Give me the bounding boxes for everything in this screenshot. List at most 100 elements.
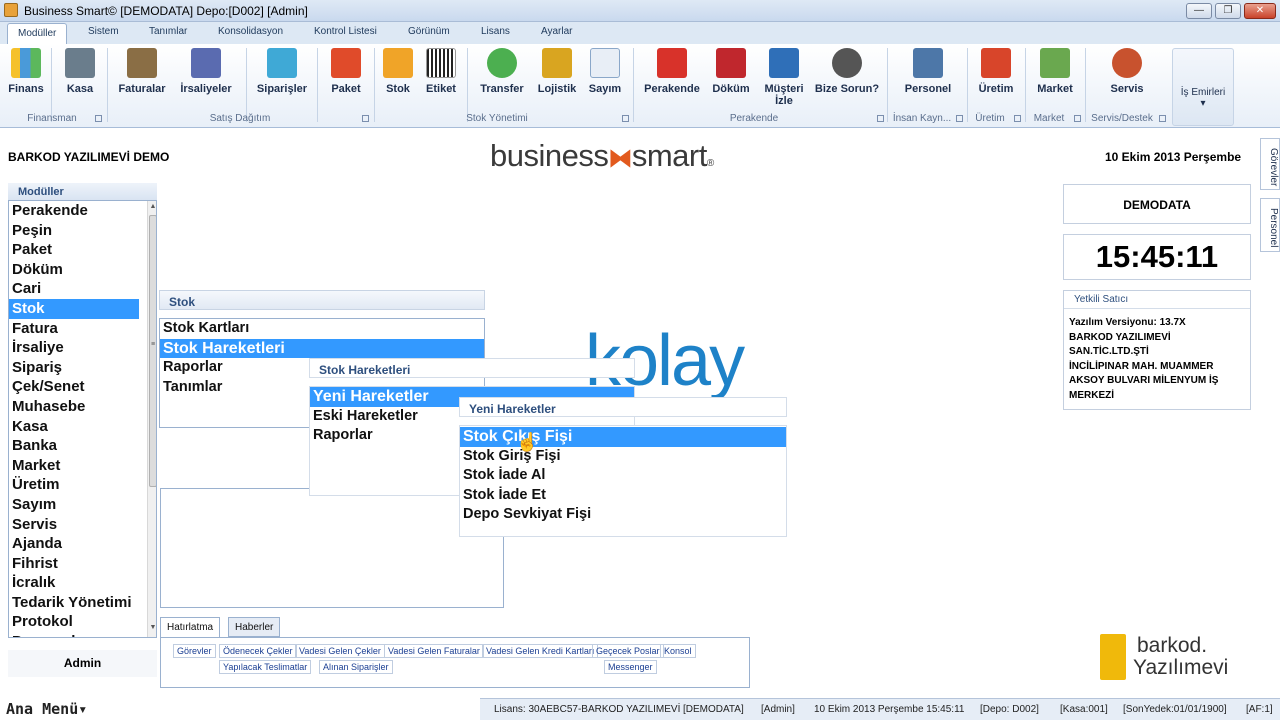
module-item-ajanda[interactable]: Ajanda: [9, 534, 156, 554]
status-af: [AF:1]: [1246, 704, 1273, 715]
module-item-irsaliye[interactable]: İrsaliye: [9, 338, 156, 358]
module-item-sayim[interactable]: Sayım: [9, 495, 156, 515]
stok-button[interactable]: Stok: [381, 48, 415, 95]
link-vadesi-gelen-faturalar[interactable]: Vadesi Gelen Faturalar: [384, 644, 484, 658]
finans-button[interactable]: Finans: [6, 48, 46, 95]
scroll-up-icon[interactable]: ▲: [148, 203, 156, 215]
module-item-stok[interactable]: Stok: [9, 298, 139, 319]
side-tab-gorevler[interactable]: Görevler: [1260, 138, 1280, 190]
personel-button[interactable]: Personel: [900, 48, 956, 95]
dokum-button[interactable]: Döküm: [711, 48, 751, 95]
menu-item-stok-cikis-fisi[interactable]: Stok Çıkış Fişi: [460, 427, 786, 447]
lojistik-button[interactable]: Lojistik: [535, 48, 579, 95]
modules-scrollbar[interactable]: ▲ ≡ ▼: [147, 201, 156, 637]
tab-sistem[interactable]: Sistem: [88, 26, 119, 37]
close-button[interactable]: ✕: [1244, 3, 1276, 19]
link-gorevler[interactable]: Görevler: [173, 644, 216, 658]
uretim-button[interactable]: Üretim: [974, 48, 1018, 95]
tab-haberler[interactable]: Haberler: [228, 617, 281, 637]
tab-gorunum[interactable]: Görünüm: [408, 26, 450, 37]
module-item-perakende[interactable]: Perakende: [9, 201, 156, 221]
menu-item-stok-kartlari[interactable]: Stok Kartları: [160, 319, 484, 339]
link-vadesi-gelen-cekler[interactable]: Vadesi Gelen Çekler: [295, 644, 385, 658]
group-insan-kaynaklari: İnsan Kayn...: [892, 113, 952, 124]
siparisler-button[interactable]: Siparişler: [254, 48, 310, 95]
module-item-siparis[interactable]: Sipariş: [9, 358, 156, 378]
module-item-muhasebe[interactable]: Muhasebe: [9, 397, 156, 417]
module-item-paket[interactable]: Paket: [9, 240, 156, 260]
ribbon-separator: [374, 48, 375, 122]
sayim-button[interactable]: Sayım: [587, 48, 623, 95]
link-gececek-poslar[interactable]: Geçecek Poslar: [592, 644, 664, 658]
perakende-button[interactable]: Perakende: [641, 48, 703, 95]
status-depo: [Depo: D002]: [980, 704, 1039, 715]
tab-hatirlatma[interactable]: Hatırlatma: [160, 617, 221, 638]
kasa-button[interactable]: Kasa: [60, 48, 100, 95]
link-vadesi-gelen-kredi-kartlari[interactable]: Vadesi Gelen Kredi Kartları: [482, 644, 599, 658]
menu-item-stok-iade-al[interactable]: Stok İade Al: [460, 466, 786, 486]
market-button[interactable]: Market: [1033, 48, 1077, 95]
paket-button[interactable]: Paket: [326, 48, 366, 95]
module-item-dokum[interactable]: Döküm: [9, 260, 156, 280]
module-item-protokol[interactable]: Protokol: [9, 612, 156, 632]
business-smart-logo: business⧓smart®: [490, 138, 714, 173]
servis-launcher-icon[interactable]: [1159, 115, 1166, 122]
admin-button[interactable]: Admin: [8, 650, 157, 677]
is-emirleri-button[interactable]: İş Emirleri ▾: [1172, 48, 1234, 126]
tab-lisans[interactable]: Lisans: [481, 26, 510, 37]
link-messenger[interactable]: Messenger: [604, 660, 657, 674]
module-item-fihrist[interactable]: Fihrist: [9, 554, 156, 574]
etiket-button[interactable]: Etiket: [423, 48, 459, 95]
tab-tanimlar[interactable]: Tanımlar: [149, 26, 187, 37]
menu-item-depo-sevkiyat-fisi[interactable]: Depo Sevkiyat Fişi: [460, 505, 786, 525]
faturalar-button[interactable]: Faturalar: [114, 48, 170, 95]
finansman-launcher-icon[interactable]: [95, 115, 102, 122]
perakende-launcher-icon[interactable]: [877, 115, 884, 122]
link-konsol[interactable]: Konsol: [660, 644, 696, 658]
scroll-down-icon[interactable]: ▼: [148, 624, 156, 636]
side-tab-personel[interactable]: Personel: [1260, 198, 1280, 252]
bize-sorun-button[interactable]: Bize Sorun?: [814, 48, 880, 95]
module-item-cari[interactable]: Cari: [9, 279, 156, 299]
module-item-fatura[interactable]: Fatura: [9, 319, 156, 339]
reminder-links: Görevler Ödenecek Çekler Vadesi Gelen Çe…: [160, 637, 750, 688]
tab-moduller[interactable]: Modüller: [7, 23, 68, 45]
servis-button[interactable]: Servis: [1105, 48, 1149, 95]
module-item-cek-senet[interactable]: Çek/Senet: [9, 377, 156, 397]
module-item-tedarik-yonetimi[interactable]: Tedarik Yönetimi: [9, 593, 156, 613]
module-item-servis[interactable]: Servis: [9, 515, 156, 535]
status-bar: Lisans: 30AEBC57-BARKOD YAZILIMEVİ [DEMO…: [480, 698, 1280, 720]
module-item-banka[interactable]: Banka: [9, 436, 156, 456]
irsaliyeler-button[interactable]: İrsaliyeler: [176, 48, 236, 95]
module-item-uretim[interactable]: Üretim: [9, 475, 156, 495]
tab-konsolidasyon[interactable]: Konsolidasyon: [218, 26, 283, 37]
module-item-icralik[interactable]: İcralık: [9, 573, 156, 593]
link-yapilacak-teslimatlar[interactable]: Yapılacak Teslimatlar: [219, 660, 312, 674]
tab-ayarlar[interactable]: Ayarlar: [541, 26, 573, 37]
satis-launcher-icon[interactable]: [362, 115, 369, 122]
ribbon: Finans Kasa Finansman Faturalar İrsaliye…: [0, 44, 1280, 128]
group-servis-destek: Servis/Destek: [1091, 113, 1153, 124]
minimize-button[interactable]: —: [1186, 3, 1212, 19]
maximize-button[interactable]: ❐: [1215, 3, 1241, 19]
module-item-market[interactable]: Market: [9, 456, 156, 476]
module-item-pesin[interactable]: Peşin: [9, 221, 156, 241]
ribbon-separator: [967, 48, 968, 122]
insan-kaynaklari-launcher-icon[interactable]: [956, 115, 963, 122]
menu-item-stok-giris-fisi[interactable]: Stok Giriş Fişi: [460, 447, 786, 467]
module-item-kasa[interactable]: Kasa: [9, 417, 156, 437]
modules-title: Modüller: [8, 183, 157, 200]
musteri-izle-button[interactable]: Müşteri İzle: [760, 48, 808, 107]
transfer-button[interactable]: Transfer: [478, 48, 526, 95]
tab-kontrol-listesi[interactable]: Kontrol Listesi: [314, 26, 377, 37]
link-alinan-siparisler[interactable]: Alınan Siparişler: [319, 660, 393, 674]
module-item-personel[interactable]: Personel: [9, 632, 156, 637]
link-odenecek-cekler[interactable]: Ödenecek Çekler: [219, 644, 297, 658]
stok-launcher-icon[interactable]: [622, 115, 629, 122]
menu-item-stok-hareketleri[interactable]: Stok Hareketleri: [160, 338, 484, 358]
uretim-launcher-icon[interactable]: [1014, 115, 1021, 122]
menu-item-stok-iade-et[interactable]: Stok İade Et: [460, 486, 786, 506]
market-launcher-icon[interactable]: [1074, 115, 1081, 122]
ana-menu-button[interactable]: Ana Menü▾: [6, 700, 87, 718]
support-icon: [832, 48, 862, 78]
